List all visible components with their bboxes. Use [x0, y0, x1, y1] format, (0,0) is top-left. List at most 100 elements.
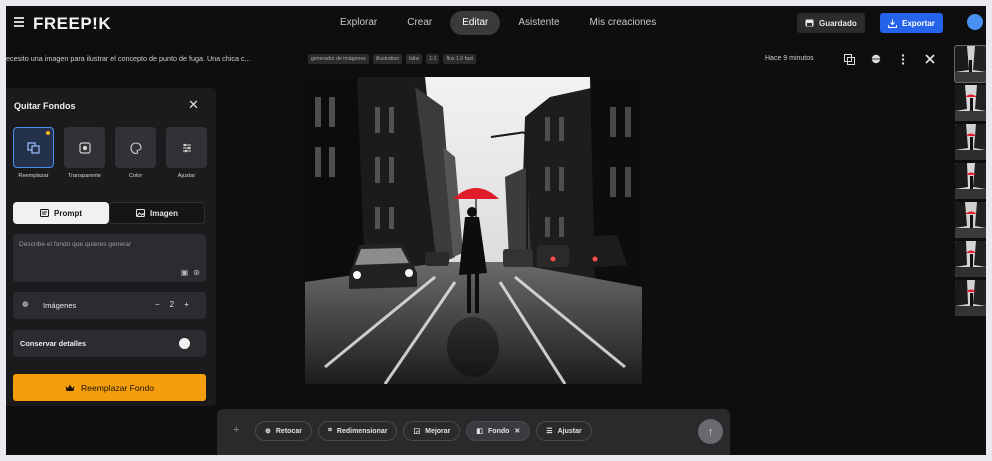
background-icon: ◧: [476, 428, 484, 435]
background-prompt-field[interactable]: Describe el fondo que quieres generar ▣ …: [13, 234, 206, 282]
export-button[interactable]: Exportar: [880, 13, 943, 33]
prompt-placeholder: Describe el fondo que quieres generar: [19, 241, 132, 248]
thumbnail[interactable]: [955, 85, 986, 121]
images-icon: ❁: [22, 300, 29, 309]
main-nav: Explorar Crear Editar Asistente Mis crea…: [328, 11, 668, 35]
avatar[interactable]: [967, 14, 983, 30]
prompt-mode-button[interactable]: Prompt: [13, 202, 109, 224]
option-label: Reemplazar: [18, 173, 49, 179]
globe-icon[interactable]: [869, 52, 883, 66]
tool-label: Fondo: [488, 427, 510, 435]
submit-button[interactable]: ↑: [698, 419, 723, 444]
tab-editar[interactable]: Editar: [450, 11, 501, 35]
thumbnail[interactable]: [954, 45, 986, 83]
remove-background-panel: Quitar Fondos ✕ Reemplazar Transparente: [6, 88, 216, 406]
compare-icon[interactable]: [842, 52, 856, 66]
tag: generador de imágenes: [308, 54, 369, 64]
tool-label: Mejorar: [425, 427, 451, 435]
option-box[interactable]: [64, 127, 105, 168]
keep-details-toggle[interactable]: [176, 338, 190, 349]
decrement-button[interactable]: −: [155, 300, 160, 309]
tool-chips: ⊕ Retocar ⌗ Redimensionar ◲ Mejorar ◧ Fo…: [255, 421, 592, 441]
option-color[interactable]: Color: [115, 127, 156, 179]
tag: flux 1.0 fast: [443, 54, 476, 64]
app-window: FREEP!K Explorar Crear Editar Asistente …: [6, 6, 986, 455]
images-stepper: − 2 +: [155, 300, 189, 309]
tag: b&w: [406, 54, 423, 64]
tool-mejorar[interactable]: ◲ Mejorar: [403, 421, 461, 441]
panel-title: Quitar Fondos: [14, 101, 76, 111]
tool-fondo[interactable]: ◧ Fondo ✕: [466, 421, 531, 441]
info-actions: [842, 52, 937, 66]
tab-crear[interactable]: Crear: [395, 11, 444, 35]
option-ajustar[interactable]: Ajustar: [166, 127, 207, 179]
option-label: Transparente: [67, 173, 102, 179]
tool-ajustar[interactable]: ☰ Ajustar: [536, 421, 592, 441]
tab-mis-creaciones[interactable]: Mis creaciones: [578, 11, 669, 35]
timestamp: Hace 9 minutos: [765, 55, 814, 62]
thumbnail[interactable]: [955, 280, 986, 316]
sliders-icon: ☰: [546, 428, 553, 435]
option-transparente[interactable]: Transparente: [64, 127, 105, 179]
download-icon: [888, 19, 897, 28]
image-icon: [135, 209, 145, 217]
export-label: Exportar: [902, 18, 935, 28]
images-count: 2: [169, 300, 175, 309]
replace-icon: [27, 141, 40, 154]
option-reemplazar[interactable]: Reemplazar: [13, 127, 54, 179]
image-mode-label: Imagen: [149, 208, 178, 218]
image-mode-button[interactable]: Imagen: [109, 202, 205, 224]
images-count-row: ❁ Imágenes − 2 +: [13, 292, 206, 319]
add-button[interactable]: +: [233, 424, 239, 436]
tab-asistente[interactable]: Asistente: [506, 11, 571, 35]
attach-image-icon[interactable]: ▣: [181, 268, 189, 277]
tag-list: generador de imágenes illustration b&w 1…: [308, 54, 476, 64]
option-label: Ajustar: [177, 173, 196, 179]
freepik-logo[interactable]: FREEP!K: [33, 14, 111, 34]
thumbnail[interactable]: [955, 241, 986, 277]
saved-icon: [805, 19, 814, 27]
adjust-icon: [182, 143, 191, 152]
tool-label: Retocar: [275, 427, 302, 435]
crown-icon: [65, 384, 75, 391]
option-box[interactable]: [115, 127, 156, 168]
arrow-up-icon: ↑: [707, 425, 714, 438]
history-thumbnails: [954, 45, 986, 319]
keep-details-row: Conservar detalles: [13, 330, 206, 357]
menu-icon[interactable]: [14, 17, 24, 27]
input-mode-toggle: Prompt Imagen: [13, 202, 206, 224]
thumbnail[interactable]: [955, 124, 986, 160]
images-label: Imágenes: [43, 301, 77, 310]
thumbnail[interactable]: [955, 202, 986, 238]
tool-retocar[interactable]: ⊕ Retocar: [255, 421, 312, 441]
text-icon: [40, 209, 49, 217]
prompt-info-row: ecesito una imagen para ilustrar el conc…: [6, 52, 946, 68]
tab-explorar[interactable]: Explorar: [328, 11, 389, 35]
retouch-icon: ⊕: [265, 428, 271, 435]
option-box[interactable]: [166, 127, 207, 168]
increment-button[interactable]: +: [184, 300, 189, 309]
image-canvas[interactable]: [305, 77, 642, 384]
option-box[interactable]: [13, 127, 54, 168]
tool-label: Ajustar: [557, 427, 582, 435]
generated-image: [305, 77, 642, 384]
tool-redimensionar[interactable]: ⌗ Redimensionar: [317, 421, 398, 441]
more-options-icon[interactable]: [896, 52, 910, 66]
car-small: [425, 252, 449, 266]
transparent-icon: [78, 141, 91, 154]
tag: 1:1: [426, 54, 440, 64]
keep-details-label: Conservar detalles: [20, 339, 87, 348]
panel-close-icon[interactable]: ✕: [188, 97, 199, 113]
prompt-mode-label: Prompt: [54, 208, 82, 218]
replace-background-button[interactable]: Reemplazar Fondo: [13, 374, 206, 401]
settings-icon[interactable]: ⊛: [193, 268, 200, 277]
remove-tool-icon[interactable]: ✕: [514, 427, 520, 435]
prompt-text[interactable]: ecesito una imagen para ilustrar el conc…: [6, 54, 251, 63]
close-icon[interactable]: [923, 52, 937, 66]
thumbnail[interactable]: [955, 163, 986, 199]
premium-dot: [46, 131, 50, 135]
saved-button[interactable]: Guardado: [797, 13, 865, 33]
edit-toolbar: + ⊕ Retocar ⌗ Redimensionar ◲ Mejorar ◧ …: [217, 409, 730, 455]
tag: illustration: [372, 54, 403, 64]
toggle-knob: [179, 338, 190, 349]
